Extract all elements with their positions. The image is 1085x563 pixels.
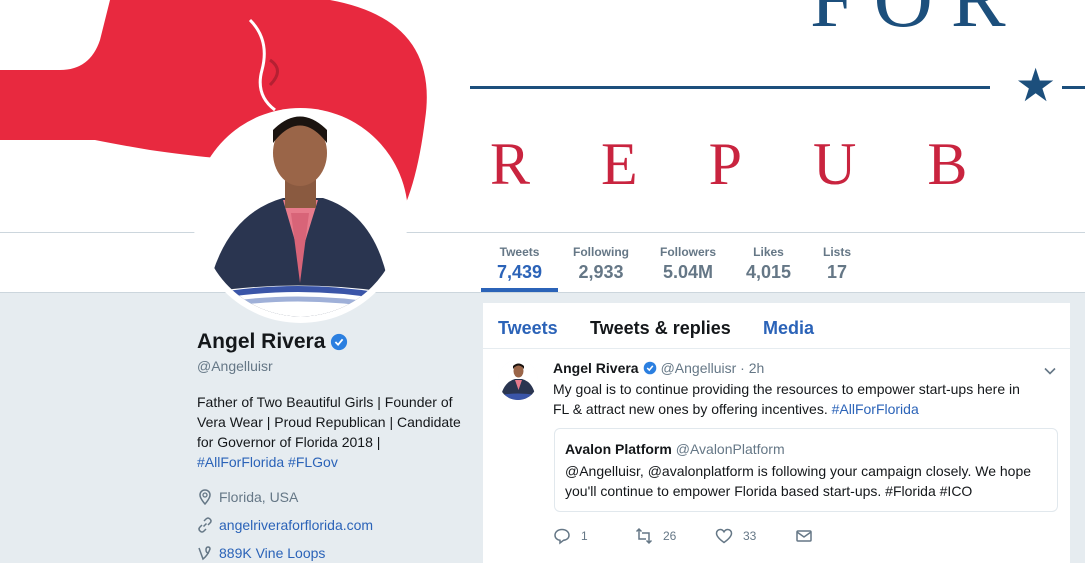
profile-handle[interactable]: @Angelluisr bbox=[197, 358, 467, 374]
tweet-handle-time[interactable]: @Angelluisr · 2h bbox=[661, 360, 765, 376]
retweet-count: 26 bbox=[663, 529, 677, 543]
stat-value: 5.04M bbox=[662, 262, 714, 282]
profile-bio: Father of Two Beautiful Girls | Founder … bbox=[197, 392, 467, 472]
location-pin-icon bbox=[199, 489, 211, 505]
profile-nav-bar: Tweets 7,439 Following 2,933 Followers 5… bbox=[0, 232, 1085, 293]
stat-likes[interactable]: Likes 4,015 bbox=[746, 245, 791, 283]
quoted-tweet[interactable]: Avalon Platform @AvalonPlatform @Angellu… bbox=[554, 428, 1058, 512]
profile-vine: 889K Vine Loops bbox=[197, 544, 467, 562]
banner-divider-line bbox=[470, 86, 990, 89]
stat-lists[interactable]: Lists 17 bbox=[823, 245, 851, 283]
stat-label: Lists bbox=[823, 245, 852, 259]
stat-followers[interactable]: Followers 5.04M bbox=[660, 245, 716, 283]
retweet-button[interactable]: 26 bbox=[635, 527, 676, 545]
stat-value: 17 bbox=[826, 262, 848, 282]
bio-line: Father of Two Beautiful Girls | Founder … bbox=[197, 394, 453, 410]
stat-tweets[interactable]: Tweets 7,439 bbox=[497, 245, 542, 283]
location-text: Florida, USA bbox=[219, 489, 299, 505]
banner-divider-line bbox=[1062, 86, 1085, 89]
quoted-text-line: @Angelluisr, @avalonplatform is followin… bbox=[565, 463, 1032, 479]
profile-name-row: Angel Rivera bbox=[197, 330, 467, 354]
profile-card: Angel Rivera @Angelluisr Father of Two B… bbox=[197, 330, 467, 562]
retweet-icon bbox=[635, 527, 653, 545]
bio-line: Vera Wear | Proud Republican | Candidate bbox=[197, 414, 461, 430]
profile-name[interactable]: Angel Rivera bbox=[197, 330, 325, 354]
vine-icon bbox=[198, 546, 211, 561]
envelope-icon bbox=[796, 530, 812, 542]
profile-website: angelriveraforflorida.com bbox=[197, 516, 467, 534]
banner-top-text: FOR bbox=[810, 0, 1024, 46]
tweet-text: My goal is to continue providing the res… bbox=[553, 379, 1043, 419]
quoted-author-name: Avalon Platform bbox=[565, 441, 672, 457]
tweet-header: Angel Rivera @Angelluisr · 2h bbox=[553, 360, 764, 376]
tweet-text-line: My goal is to continue providing the res… bbox=[553, 381, 1020, 397]
tab-tweets[interactable]: Tweets bbox=[498, 318, 558, 339]
verified-badge-icon bbox=[643, 361, 656, 375]
quoted-text-line: you'll continue to empower Florida based… bbox=[565, 483, 973, 499]
tweet-text-line: FL & attract new ones by offering incent… bbox=[553, 401, 832, 417]
avatar-photo bbox=[498, 360, 538, 400]
like-count: 33 bbox=[743, 529, 757, 543]
tweet-author-name[interactable]: Angel Rivera bbox=[553, 360, 639, 376]
profile-avatar[interactable] bbox=[193, 108, 408, 323]
vine-link[interactable]: 889K Vine Loops bbox=[219, 545, 325, 561]
reply-count: 1 bbox=[581, 529, 588, 543]
bio-line: for Governor of Florida 2018 | bbox=[197, 434, 381, 450]
stat-following[interactable]: Following 2,933 bbox=[573, 245, 629, 283]
chevron-down-icon[interactable] bbox=[1043, 364, 1057, 378]
stat-value: 7,439 bbox=[497, 262, 543, 282]
link-icon bbox=[198, 517, 212, 533]
stat-label: Likes bbox=[753, 245, 784, 259]
direct-message-button[interactable] bbox=[795, 527, 823, 545]
stat-label: Tweets bbox=[499, 245, 540, 259]
tweet-hashtag[interactable]: #AllForFlorida bbox=[832, 401, 919, 417]
tab-media[interactable]: Media bbox=[763, 318, 814, 339]
tweet-actions: 1 26 33 bbox=[553, 527, 953, 547]
avatar-photo bbox=[199, 114, 402, 317]
website-link[interactable]: angelriveraforflorida.com bbox=[219, 517, 373, 533]
like-button[interactable]: 33 bbox=[715, 527, 756, 545]
tweet-avatar[interactable] bbox=[498, 360, 538, 400]
header-banner: FOR ★ REPUB bbox=[0, 0, 1085, 232]
reply-icon bbox=[554, 528, 570, 545]
stat-value: 4,015 bbox=[746, 262, 792, 282]
heart-icon bbox=[715, 528, 733, 544]
stat-value: 2,933 bbox=[578, 262, 624, 282]
banner-bottom-text: REPUB bbox=[490, 131, 1039, 197]
stat-label: Following bbox=[573, 245, 629, 259]
profile-location: Florida, USA bbox=[197, 488, 467, 506]
quoted-author-handle: @AvalonPlatform bbox=[675, 441, 785, 457]
timeline-panel: Tweets Tweets & replies Media Angel Rive… bbox=[483, 303, 1070, 563]
bio-hashtags[interactable]: #AllForFlorida #FLGov bbox=[197, 454, 338, 470]
active-stat-underline bbox=[481, 288, 558, 292]
quoted-tweet-text: @Angelluisr, @avalonplatform is followin… bbox=[565, 461, 1047, 501]
verified-badge-icon bbox=[331, 333, 348, 351]
quoted-tweet-header: Avalon Platform @AvalonPlatform bbox=[565, 441, 1047, 457]
star-icon: ★ bbox=[1015, 59, 1057, 111]
timeline-tabs: Tweets Tweets & replies Media bbox=[483, 303, 1070, 349]
stat-label: Followers bbox=[660, 245, 717, 259]
tab-tweets-and-replies[interactable]: Tweets & replies bbox=[590, 318, 731, 339]
reply-button[interactable]: 1 bbox=[553, 527, 588, 545]
